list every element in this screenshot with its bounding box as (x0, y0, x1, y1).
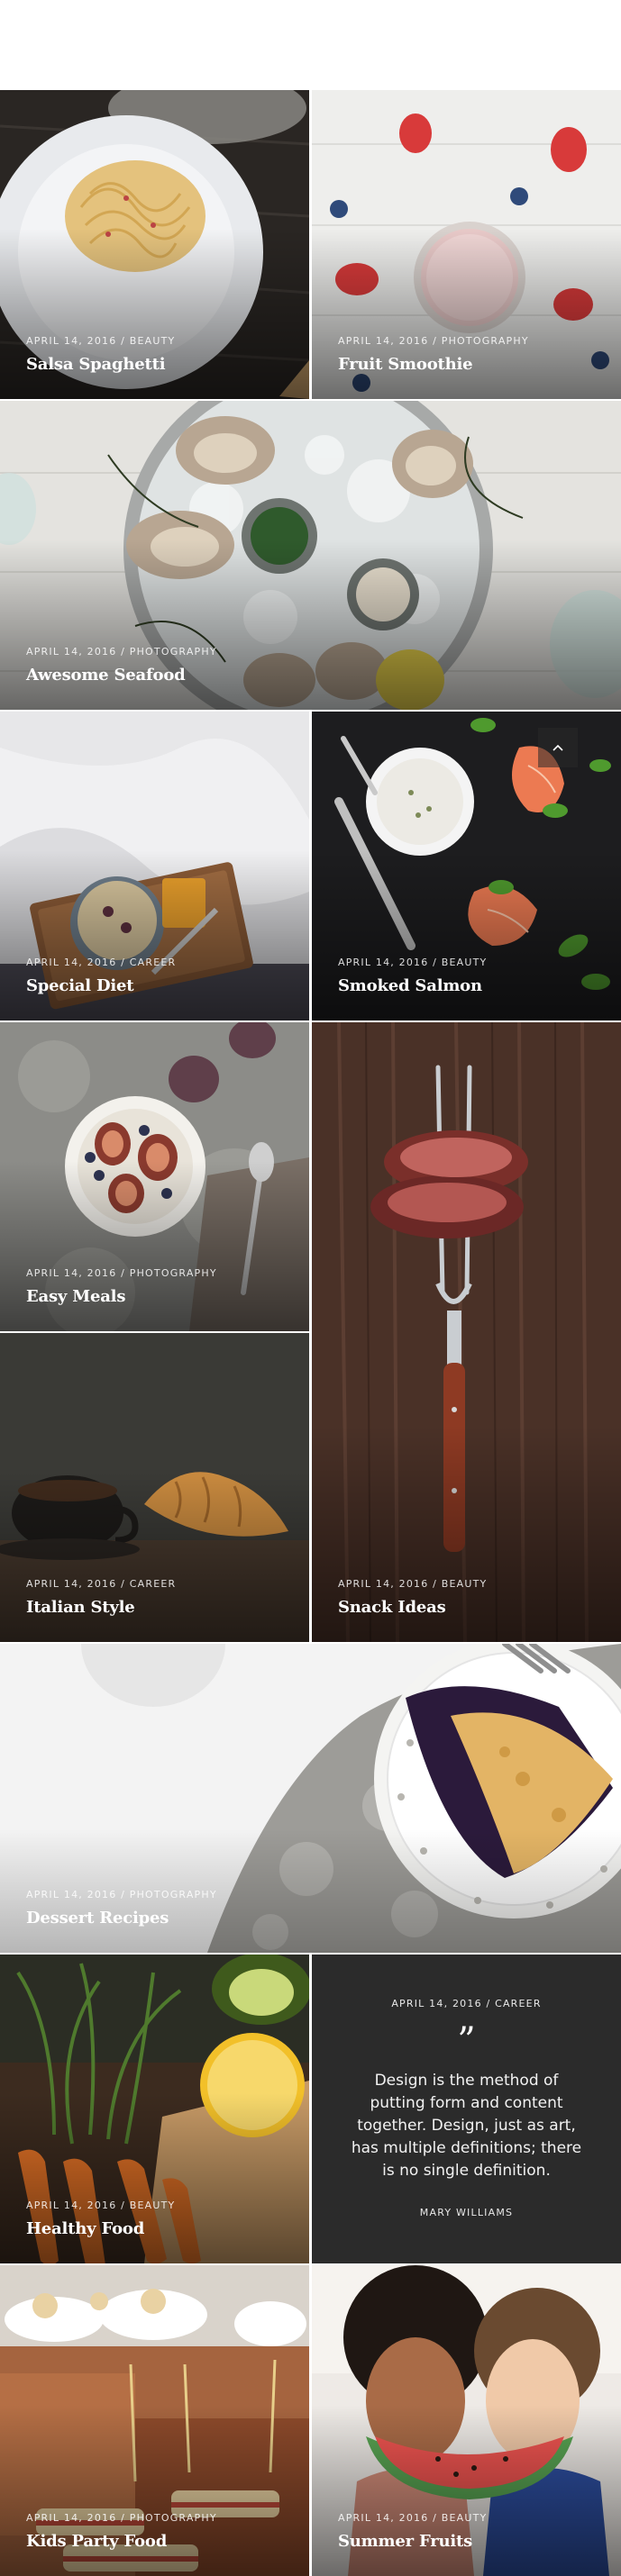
post-tile-fruit-smoothie[interactable]: APRIL 14, 2016 / PHOTOGRAPHY Fruit Smoot… (312, 90, 621, 399)
post-date-category[interactable]: APRIL 14, 2016 / BEAUTY (26, 335, 291, 347)
chevron-up-icon (553, 744, 563, 751)
post-meta: APRIL 14, 2016 / PHOTOGRAPHY Awesome Sea… (26, 646, 603, 685)
post-tile-special-diet[interactable]: APRIL 14, 2016 / CAREER Special Diet (0, 712, 309, 1020)
post-title[interactable]: Awesome Seafood (26, 666, 603, 685)
quote-author: MARY WILLIAMS (419, 2207, 514, 2218)
post-meta: APRIL 14, 2016 / PHOTOGRAPHY Fruit Smoot… (338, 335, 603, 374)
post-meta: APRIL 14, 2016 / PHOTOGRAPHY Dessert Rec… (26, 1889, 603, 1927)
post-meta: APRIL 14, 2016 / PHOTOGRAPHY Easy Meals (26, 1267, 291, 1306)
post-date-category[interactable]: APRIL 14, 2016 / CAREER (26, 957, 291, 968)
post-title[interactable]: Fruit Smoothie (338, 355, 603, 374)
post-tile-dessert-recipes[interactable]: APRIL 14, 2016 / PHOTOGRAPHY Dessert Rec… (0, 1644, 621, 1953)
post-tile-summer-fruits[interactable]: APRIL 14, 2016 / BEAUTY Summer Fruits (312, 2265, 621, 2576)
quote-mark-icon: ” (457, 2020, 476, 2062)
post-date-category[interactable]: APRIL 14, 2016 / PHOTOGRAPHY (26, 2512, 291, 2524)
post-date-category[interactable]: APRIL 14, 2016 / BEAUTY (338, 957, 603, 968)
post-meta: APRIL 14, 2016 / CAREER Special Diet (26, 957, 291, 995)
post-tile-easy-meals[interactable]: APRIL 14, 2016 / PHOTOGRAPHY Easy Meals (0, 1022, 309, 1331)
post-grid: APRIL 14, 2016 / BEAUTY Salsa Spaghetti (0, 90, 621, 2576)
post-date-category[interactable]: APRIL 14, 2016 / PHOTOGRAPHY (338, 335, 603, 347)
post-meta: APRIL 14, 2016 / BEAUTY Healthy Food (26, 2200, 291, 2238)
post-date-category[interactable]: APRIL 14, 2016 / BEAUTY (338, 2512, 603, 2524)
post-meta: APRIL 14, 2016 / BEAUTY Snack Ideas (338, 1578, 603, 1617)
post-date-category[interactable]: APRIL 14, 2016 / PHOTOGRAPHY (26, 1267, 291, 1279)
post-tile-awesome-seafood[interactable]: APRIL 14, 2016 / PHOTOGRAPHY Awesome Sea… (0, 401, 621, 710)
quote-post-tile[interactable]: APRIL 14, 2016 / CAREER ” Design is the … (312, 1955, 621, 2263)
post-title[interactable]: Salsa Spaghetti (26, 355, 291, 374)
post-tile-healthy-food[interactable]: APRIL 14, 2016 / BEAUTY Healthy Food (0, 1955, 309, 2263)
post-title[interactable]: Healthy Food (26, 2219, 291, 2238)
post-tile-italian-style[interactable]: APRIL 14, 2016 / CAREER Italian Style (0, 1333, 309, 1642)
post-tile-kids-party-food[interactable]: APRIL 14, 2016 / PHOTOGRAPHY Kids Party … (0, 2265, 309, 2576)
post-meta: APRIL 14, 2016 / BEAUTY Salsa Spaghetti (26, 335, 291, 374)
post-tile-snack-ideas[interactable]: APRIL 14, 2016 / BEAUTY Snack Ideas (312, 1022, 621, 1642)
post-title[interactable]: Snack Ideas (338, 1598, 603, 1617)
post-title[interactable]: Smoked Salmon (338, 976, 603, 995)
post-tile-salsa-spaghetti[interactable]: APRIL 14, 2016 / BEAUTY Salsa Spaghetti (0, 90, 309, 399)
post-date-category[interactable]: APRIL 14, 2016 / CAREER (26, 1578, 291, 1590)
post-title[interactable]: Italian Style (26, 1598, 291, 1617)
post-title[interactable]: Summer Fruits (338, 2532, 603, 2551)
post-title[interactable]: Easy Meals (26, 1287, 291, 1306)
quote-date-category[interactable]: APRIL 14, 2016 / CAREER (312, 1998, 621, 2009)
post-date-category[interactable]: APRIL 14, 2016 / PHOTOGRAPHY (26, 646, 603, 658)
post-title[interactable]: Kids Party Food (26, 2532, 291, 2551)
post-meta: APRIL 14, 2016 / BEAUTY Summer Fruits (338, 2512, 603, 2551)
quote-text: Design is the method of putting form and… (351, 2072, 582, 2180)
post-date-category[interactable]: APRIL 14, 2016 / BEAUTY (338, 1578, 603, 1590)
post-meta: APRIL 14, 2016 / CAREER Italian Style (26, 1578, 291, 1617)
post-title[interactable]: Special Diet (26, 976, 291, 995)
post-date-category[interactable]: APRIL 14, 2016 / PHOTOGRAPHY (26, 1889, 603, 1900)
post-date-category[interactable]: APRIL 14, 2016 / BEAUTY (26, 2200, 291, 2211)
post-meta: APRIL 14, 2016 / BEAUTY Smoked Salmon (338, 957, 603, 995)
post-title[interactable]: Dessert Recipes (26, 1909, 603, 1927)
scroll-to-top-button[interactable] (538, 728, 578, 767)
post-meta: APRIL 14, 2016 / PHOTOGRAPHY Kids Party … (26, 2512, 291, 2551)
